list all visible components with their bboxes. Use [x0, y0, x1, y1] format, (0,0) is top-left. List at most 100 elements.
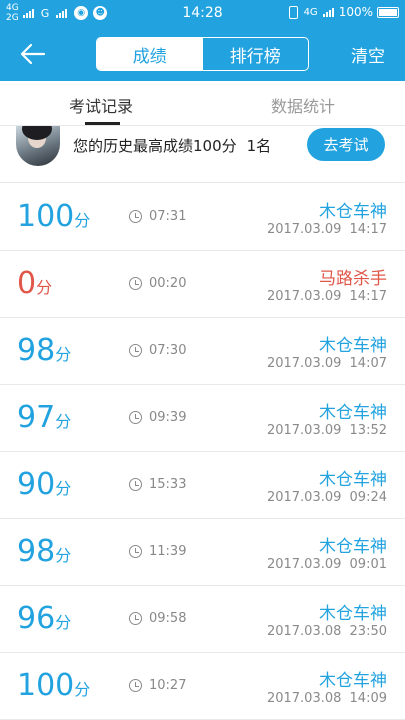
network-top-label: 4G	[6, 3, 19, 13]
clock-icon	[129, 411, 142, 424]
best-rank-label: 1名	[246, 137, 272, 155]
record-duration-value: 00:20	[149, 276, 187, 291]
battery-label: 100%	[338, 5, 373, 19]
record-title: 木仓车神	[319, 604, 387, 624]
record-title: 木仓车神	[319, 537, 387, 557]
record-date: 2017.03.09 09:24	[266, 490, 387, 505]
best-score-label: 您的历史最高成绩100分	[73, 137, 237, 155]
clock-icon	[129, 478, 142, 491]
record-duration: 11:39	[129, 544, 186, 559]
record-duration-value: 11:39	[149, 544, 187, 559]
status-left: 4G 2G G ◉ ☻	[6, 3, 112, 23]
record-title: 木仓车神	[319, 336, 387, 356]
battery-icon	[377, 6, 399, 18]
browser-icon: ◉	[74, 6, 89, 20]
clock-icon	[129, 344, 142, 357]
clock-icon	[129, 545, 142, 558]
record-duration-value: 09:39	[149, 410, 187, 425]
record-duration-value: 15:33	[149, 477, 187, 492]
record-score-value: 90	[17, 467, 56, 502]
record-score-value: 96	[17, 601, 56, 636]
record-title: 木仓车神	[319, 470, 387, 490]
record-title: 马路杀手	[319, 269, 387, 289]
tab-exam-records[interactable]: 考试记录	[0, 93, 202, 117]
qq-icon: ☻	[93, 6, 108, 20]
record-duration: 07:31	[129, 209, 186, 224]
signal-icon-3	[322, 7, 335, 17]
record-duration: 00:20	[129, 276, 186, 291]
record-score-value: 97	[17, 400, 56, 435]
record-score-unit: 分	[74, 211, 91, 230]
signal-icon-2	[56, 8, 68, 18]
clock-icon	[129, 210, 142, 223]
record-score-unit: 分	[55, 479, 72, 498]
record-score: 96分	[17, 602, 71, 640]
record-row[interactable]: 96分 09:58 木仓车神 2017.03.08 23:50	[0, 586, 405, 653]
record-date: 2017.03.09 14:17	[266, 289, 387, 304]
record-score-unit: 分	[55, 412, 72, 431]
tab-data-stats[interactable]: 数据统计	[202, 93, 404, 117]
record-duration: 09:58	[129, 611, 186, 626]
record-score: 90分	[17, 468, 71, 506]
record-title: 木仓车神	[319, 403, 387, 423]
record-date: 2017.03.09 13:52	[266, 423, 387, 438]
carrier-label: G	[40, 6, 50, 20]
record-title: 木仓车神	[319, 202, 387, 222]
record-score-value: 100	[17, 668, 75, 703]
record-duration-value: 10:27	[149, 678, 187, 693]
record-row[interactable]: 100分 07:31 木仓车神 2017.03.09 14:17	[0, 184, 405, 251]
record-row[interactable]: 0分 00:20 马路杀手 2017.03.09 14:17	[0, 251, 405, 318]
network-indicator: 4G 2G	[6, 3, 19, 23]
signal-icon	[22, 8, 35, 18]
segment-control: 成绩 排行榜	[96, 37, 309, 71]
record-duration: 10:27	[129, 678, 186, 693]
status-bar: 4G 2G G ◉ ☻ 14:28 4G 100%	[0, 0, 405, 27]
back-arrow-icon[interactable]	[18, 39, 48, 69]
status-right: 4G 100%	[288, 5, 399, 19]
record-score: 0分	[17, 267, 52, 305]
clock-icon	[129, 612, 142, 625]
vibrate-icon	[288, 5, 298, 19]
record-score: 98分	[17, 334, 71, 372]
record-score-unit: 分	[36, 278, 53, 297]
sub-tabs: 考试记录 数据统计	[0, 81, 405, 126]
record-title: 木仓车神	[319, 671, 387, 691]
record-row[interactable]: 90分 15:33 木仓车神 2017.03.09 09:24	[0, 452, 405, 519]
record-date: 2017.03.08 23:50	[266, 624, 387, 639]
record-duration-value: 07:30	[149, 343, 187, 358]
segment-scores[interactable]: 成绩	[97, 38, 203, 70]
record-duration-value: 07:31	[149, 209, 187, 224]
record-score-unit: 分	[74, 680, 91, 699]
record-date: 2017.03.09 14:07	[266, 356, 387, 371]
best-score-text: 您的历史最高成绩100分 1名	[73, 135, 271, 156]
clear-button[interactable]: 清空	[351, 42, 385, 67]
record-date: 2017.03.09 14:17	[266, 222, 387, 237]
record-score: 100分	[17, 200, 90, 238]
clock-icon	[129, 679, 142, 692]
record-date: 2017.03.08 14:09	[266, 691, 387, 706]
record-row[interactable]: 98分 07:30 木仓车神 2017.03.09 14:07	[0, 318, 405, 385]
record-score-value: 100	[17, 199, 75, 234]
record-duration-value: 09:58	[149, 611, 187, 626]
record-score-value: 98	[17, 534, 56, 569]
record-score-unit: 分	[55, 345, 72, 364]
go-exam-button[interactable]: 去考试	[307, 128, 385, 161]
record-score-unit: 分	[55, 546, 72, 565]
clock-icon	[129, 277, 142, 290]
best-score-banner: 您的历史最高成绩100分 1名 去考试	[0, 126, 405, 183]
record-duration: 15:33	[129, 477, 186, 492]
record-score: 98分	[17, 535, 71, 573]
record-score-value: 98	[17, 333, 56, 368]
app-bar: 成绩 排行榜 清空	[0, 27, 405, 81]
avatar	[16, 126, 60, 166]
record-date: 2017.03.09 09:01	[266, 557, 387, 572]
record-duration: 09:39	[129, 410, 186, 425]
record-duration: 07:30	[129, 343, 186, 358]
record-row[interactable]: 97分 09:39 木仓车神 2017.03.09 13:52	[0, 385, 405, 452]
network-right-label: 4G	[303, 6, 318, 18]
record-score: 97分	[17, 401, 71, 439]
record-list: 100分 07:31 木仓车神 2017.03.09 14:17 0分 00:20 马路杀手…	[0, 184, 405, 720]
record-row[interactable]: 100分 10:27 木仓车神 2017.03.08 14:09	[0, 653, 405, 720]
segment-ranking[interactable]: 排行榜	[203, 38, 309, 70]
record-row[interactable]: 98分 11:39 木仓车神 2017.03.09 09:01	[0, 519, 405, 586]
